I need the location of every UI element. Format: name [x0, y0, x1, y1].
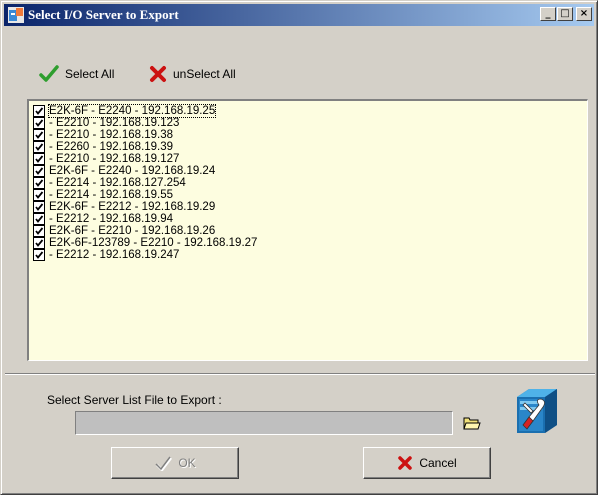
checkbox[interactable]: [33, 165, 45, 177]
cross-icon: [150, 66, 166, 82]
selection-toolbar: Select All unSelect All: [25, 61, 265, 87]
checkbox[interactable]: [33, 129, 45, 141]
title-bar[interactable]: Select I/O Server to Export _ □ ×: [4, 4, 594, 26]
checkbox[interactable]: [33, 201, 45, 213]
checkbox[interactable]: [33, 153, 45, 165]
checkbox[interactable]: [33, 225, 45, 237]
cross-icon: [398, 456, 413, 470]
checkmark-icon: [35, 203, 44, 211]
checkbox[interactable]: [33, 249, 45, 261]
unselect-all-label: unSelect All: [173, 67, 236, 81]
minimize-icon: _: [545, 8, 551, 19]
maximize-icon: □: [560, 8, 570, 19]
select-all-button[interactable]: Select All: [39, 61, 114, 87]
list-item-label: E2K-6F - E2240 - 192.168.19.25: [47, 104, 217, 118]
list-item-label: - E2214 - 192.168.127.254: [49, 177, 186, 189]
unselect-all-button[interactable]: unSelect All: [149, 61, 236, 87]
list-item[interactable]: - E2212 - 192.168.19.94: [33, 213, 173, 225]
checkmark-icon: [35, 107, 44, 115]
checkmark-icon: [35, 179, 44, 187]
checkbox[interactable]: [33, 105, 45, 117]
list-item-label: - E2260 - 192.168.19.39: [49, 141, 174, 153]
cancel-button[interactable]: Cancel: [363, 447, 491, 479]
list-item[interactable]: - E2214 - 192.168.127.254: [33, 177, 186, 189]
list-item[interactable]: - E2210 - 192.168.19.38: [33, 129, 173, 141]
checkmark-icon: [35, 227, 44, 235]
close-button[interactable]: ×: [576, 7, 592, 21]
list-item-label: E2K-6F - E2212 - 192.168.19.29: [49, 201, 216, 213]
export-file-label: Select Server List File to Export :: [47, 393, 222, 407]
checkbox[interactable]: [33, 213, 45, 225]
list-item[interactable]: E2K-6F-123789 - E2210 - 192.168.19.27: [33, 237, 257, 249]
app-icon: [8, 7, 24, 23]
list-item[interactable]: - E2210 - 192.168.19.123: [33, 117, 179, 129]
server-tool-icon: [517, 389, 557, 433]
checkmark-icon: [35, 167, 44, 175]
list-item-label: - E2214 - 192.168.19.55: [49, 189, 174, 201]
open-folder-icon[interactable]: [463, 415, 481, 431]
ok-button[interactable]: OK: [111, 447, 239, 479]
list-item-label: E2K-6F - E2210 - 192.168.19.26: [49, 225, 216, 237]
checkmark-icon: [35, 215, 44, 223]
checkbox[interactable]: [33, 117, 45, 129]
checkbox[interactable]: [33, 189, 45, 201]
list-item[interactable]: - E2260 - 192.168.19.39: [33, 141, 173, 153]
list-item-label: - E2210 - 192.168.19.38: [49, 129, 174, 141]
list-item-label: E2K-6F-123789 - E2210 - 192.168.19.27: [49, 237, 258, 249]
checkmark-icon: [35, 155, 44, 163]
export-file-field[interactable]: [75, 411, 453, 435]
checkmark-icon: [35, 131, 44, 139]
minimize-button[interactable]: _: [540, 7, 556, 21]
list-item-label: - E2212 - 192.168.19.94: [49, 213, 174, 225]
cancel-button-label: Cancel: [419, 456, 457, 470]
list-item[interactable]: E2K-6F - E2210 - 192.168.19.26: [33, 225, 215, 237]
server-list[interactable]: E2K-6F - E2240 - 192.168.19.25 - E2210 -…: [27, 99, 588, 361]
checkmark-icon: [35, 119, 44, 127]
list-item[interactable]: - E2210 - 192.168.19.127: [33, 153, 179, 165]
check-icon: [155, 456, 173, 471]
separator: [5, 373, 595, 375]
list-item-label: - E2210 - 192.168.19.123: [49, 117, 180, 129]
maximize-button[interactable]: □: [557, 7, 573, 21]
list-item[interactable]: - E2212 - 192.168.19.247: [33, 249, 179, 261]
checkmark-icon: [35, 251, 44, 259]
checkmark-icon: [35, 191, 44, 199]
list-item[interactable]: E2K-6F - E2240 - 192.168.19.24: [33, 165, 215, 177]
export-dialog: Select I/O Server to Export _ □ × Select…: [0, 0, 598, 495]
window-title: Select I/O Server to Export: [28, 7, 179, 22]
checkmark-icon: [35, 143, 44, 151]
checkbox[interactable]: [33, 237, 45, 249]
list-item[interactable]: - E2214 - 192.168.19.55: [33, 189, 173, 201]
list-item-label: - E2212 - 192.168.19.247: [49, 249, 180, 261]
list-item-label: - E2210 - 192.168.19.127: [49, 153, 180, 165]
close-icon: ×: [579, 8, 589, 19]
list-item[interactable]: E2K-6F - E2212 - 192.168.19.29: [33, 201, 215, 213]
select-all-label: Select All: [65, 67, 115, 81]
list-item[interactable]: E2K-6F - E2240 - 192.168.19.25: [33, 104, 217, 118]
checkbox[interactable]: [33, 141, 45, 153]
checkmark-icon: [35, 239, 44, 247]
ok-button-label: OK: [178, 456, 196, 470]
list-item-label: E2K-6F - E2240 - 192.168.19.24: [49, 165, 216, 177]
checkbox[interactable]: [33, 177, 45, 189]
check-icon: [39, 65, 59, 82]
